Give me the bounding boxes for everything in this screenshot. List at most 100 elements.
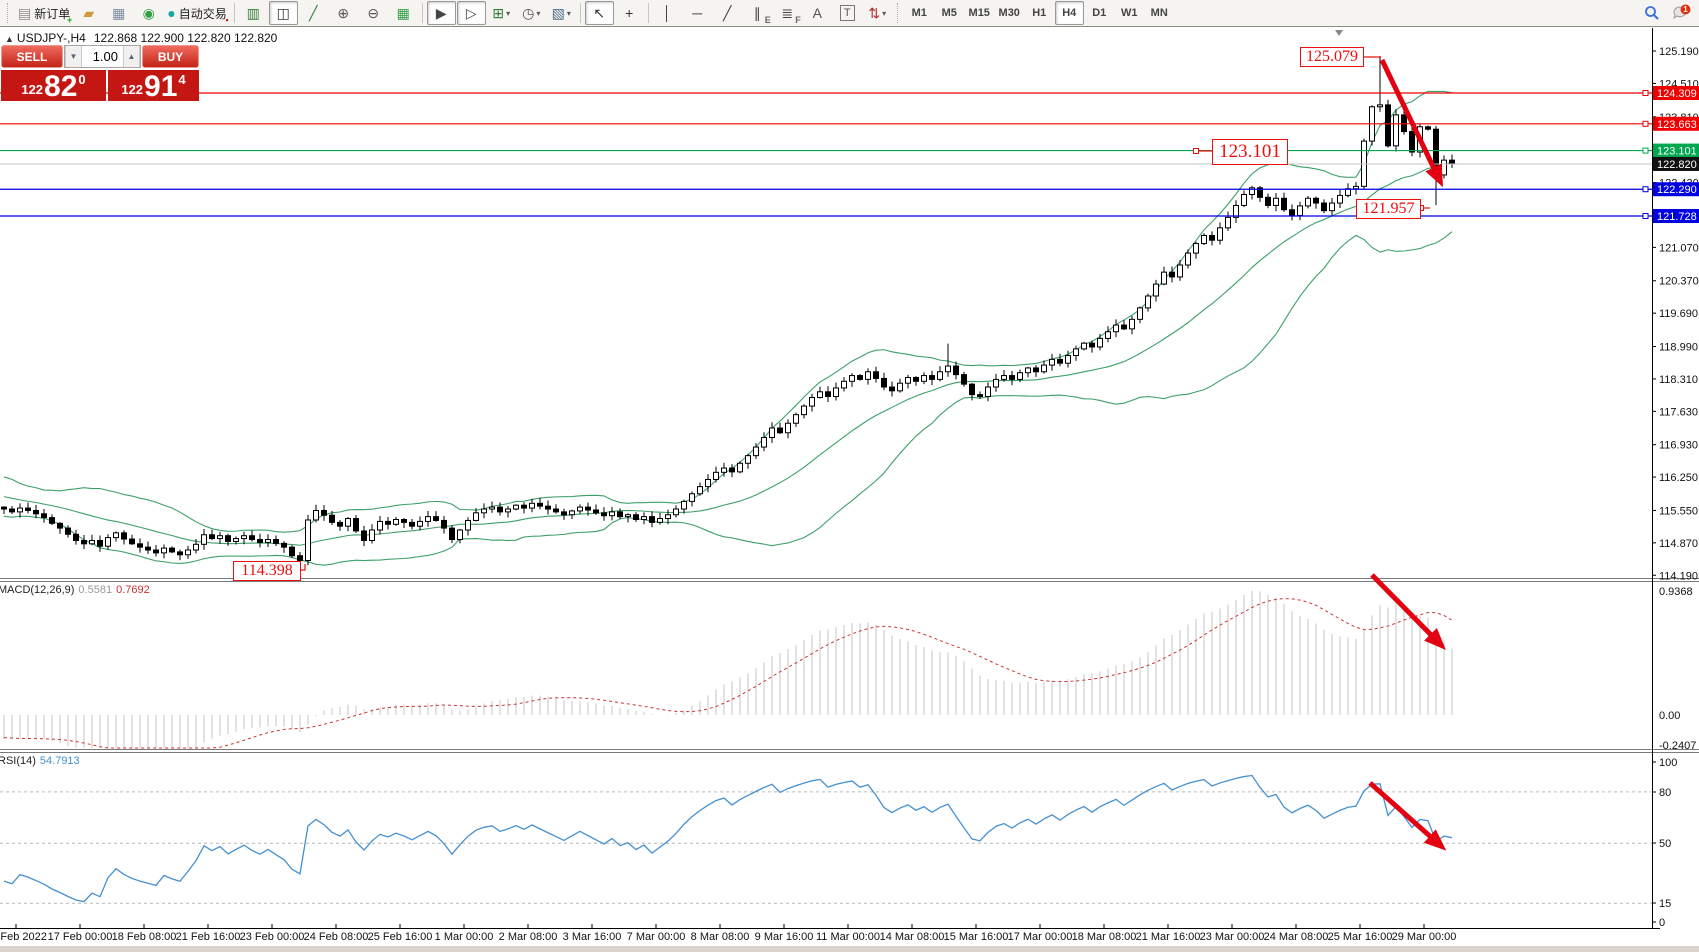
line-chart-icon[interactable]: ╱: [299, 1, 328, 25]
trend-arrow: [1370, 783, 1441, 846]
toolbar-separator: [234, 3, 235, 23]
text-label-icon[interactable]: T: [833, 1, 862, 25]
time-axis-label: 9 Mar 16:00: [755, 931, 814, 943]
buy-price-big: 91: [144, 74, 177, 99]
macd-scale-label: -0.2407: [1659, 740, 1696, 752]
price-tick-label: 115.550: [1659, 505, 1698, 517]
toolbar-separator: [648, 3, 649, 23]
candlestick-chart-icon[interactable]: ◫: [269, 1, 298, 25]
time-axis-label: 25 Mar 16:00: [1328, 931, 1393, 943]
sell-price-sup: 0: [78, 72, 85, 87]
time-axis-label: 24 Feb 08:00: [304, 931, 369, 943]
macd-name: MACD(12,26,9): [0, 584, 74, 596]
ohlc-values: 122.868 122.900 122.820 122.820: [94, 31, 278, 45]
trend-arrow: [1372, 575, 1441, 645]
toolbar-separator: [580, 3, 581, 23]
chart-window-icon[interactable]: ▦: [104, 1, 133, 25]
annotation-123101: 123.101: [1212, 139, 1288, 165]
period-icon[interactable]: ◷▾: [517, 1, 546, 25]
fibonacci-icon[interactable]: ≣F: [773, 1, 802, 25]
svg-text:1: 1: [1683, 5, 1688, 14]
volume-up-button[interactable]: ▲: [123, 46, 140, 67]
sell-button[interactable]: SELL: [1, 45, 63, 68]
bar-chart-icon[interactable]: ▥: [239, 1, 268, 25]
signal-icon[interactable]: ◉: [134, 1, 163, 25]
rsi-scale-label: 15: [1659, 898, 1671, 910]
timeframe-h1[interactable]: H1: [1025, 1, 1054, 25]
rsi-label: RSI(14)54.7913: [0, 755, 80, 767]
annotation-121957: 121.957: [1356, 199, 1421, 219]
rsi-scale-label: 100: [1659, 757, 1677, 769]
timeframe-m30[interactable]: M30: [995, 1, 1024, 25]
autotrading-button[interactable]: ●▪自动交易: [164, 1, 229, 25]
time-axis-label: 24 Mar 08:00: [1264, 931, 1329, 943]
volume-down-button[interactable]: ▼: [65, 46, 82, 67]
timeframe-w1[interactable]: W1: [1115, 1, 1144, 25]
price-badge-label: 121.728: [1657, 211, 1697, 223]
price-tick-label: 116.930: [1659, 440, 1698, 452]
volume-input[interactable]: 1.00: [82, 46, 123, 67]
time-axis-label: 17 Mar 00:00: [1008, 931, 1073, 943]
toolbar-drag-handle: [7, 3, 10, 23]
time-axis-label: 23 Feb 00:00: [240, 931, 305, 943]
chart-title: ▲USDJPY-,H4122.868 122.900 122.820 122.8…: [5, 31, 277, 45]
time-axis-label: 14 Mar 08:00: [880, 931, 945, 943]
search-icon[interactable]: [1637, 1, 1666, 25]
zoom-out-icon[interactable]: ⊖: [359, 1, 388, 25]
cursor-icon[interactable]: ↖: [585, 1, 614, 25]
chart-shift-icon[interactable]: ▷: [457, 1, 486, 25]
crosshair-icon[interactable]: +: [615, 1, 644, 25]
sell-price[interactable]: 122 82 0: [1, 70, 106, 101]
toolbar-separator: [422, 3, 423, 23]
price-badge-label: 123.101: [1657, 146, 1697, 158]
price-badge-label: 123.663: [1657, 119, 1697, 131]
timeframe-h4[interactable]: H4: [1055, 1, 1084, 25]
buy-button[interactable]: BUY: [142, 45, 199, 68]
annotation-anchor: [1194, 149, 1199, 154]
macd-signal-line: [4, 599, 1452, 748]
annotation-125079: 125.079: [1300, 47, 1364, 67]
new-order-button[interactable]: ▤+新订单: [15, 1, 73, 25]
horizontal-line-icon[interactable]: ─: [683, 1, 712, 25]
price-badge-label: 122.820: [1657, 159, 1697, 171]
time-axis-label: 25 Feb 16:00: [368, 931, 433, 943]
time-axis-label: 2 Mar 08:00: [499, 931, 558, 943]
trendline-icon[interactable]: ╱: [713, 1, 742, 25]
eraser-icon[interactable]: ▰: [74, 1, 103, 25]
channel-icon[interactable]: ∥E: [743, 1, 772, 25]
zoom-in-icon[interactable]: ⊕: [329, 1, 358, 25]
timeframe-mn[interactable]: MN: [1145, 1, 1174, 25]
template-icon[interactable]: ▧▾: [547, 1, 576, 25]
volume-stepper: ▼ 1.00 ▲: [64, 45, 141, 68]
rsi-name: RSI(14): [0, 755, 36, 767]
level-anchor: [1643, 91, 1648, 96]
time-axis-label: 15 Feb 2022: [0, 931, 47, 943]
timeframe-m15[interactable]: M15: [965, 1, 994, 25]
chart-canvas[interactable]: 125.190124.510123.810123.110122.430121.7…: [0, 0, 1699, 952]
time-axis-label: 8 Mar 08:00: [691, 931, 750, 943]
text-icon[interactable]: A: [803, 1, 832, 25]
timeframe-d1[interactable]: D1: [1085, 1, 1114, 25]
vertical-line-icon[interactable]: │: [653, 1, 682, 25]
chat-icon[interactable]: 1: [1667, 1, 1696, 25]
buy-price-prefix: 122: [121, 82, 143, 97]
status-strip: [0, 946, 1699, 952]
rsi-scale-label: 50: [1659, 838, 1671, 850]
tile-windows-icon[interactable]: ▦: [389, 1, 418, 25]
time-axis-label: 18 Feb 08:00: [112, 931, 177, 943]
auto-scroll-icon[interactable]: ▶: [427, 1, 456, 25]
macd-panel: [4, 591, 1452, 748]
buy-price-sup: 4: [178, 72, 185, 87]
macd-label: MACD(12,26,9)0.55810.7692: [0, 584, 150, 596]
price-tick-label: 121.070: [1659, 242, 1699, 254]
buy-price[interactable]: 122 91 4: [108, 70, 199, 101]
timeframe-m5[interactable]: M5: [935, 1, 964, 25]
level-anchor: [1643, 187, 1648, 192]
price-tick-label: 118.990: [1659, 342, 1698, 354]
arrows-icon[interactable]: ⇅▾: [863, 1, 892, 25]
add-indicator-icon[interactable]: ⊞▾: [487, 1, 516, 25]
price-tick-label: 120.370: [1659, 276, 1699, 288]
macd-signal-value: 0.7692: [116, 584, 150, 596]
time-axis-label: 29 Mar 00:00: [1392, 931, 1457, 943]
timeframe-m1[interactable]: M1: [905, 1, 934, 25]
